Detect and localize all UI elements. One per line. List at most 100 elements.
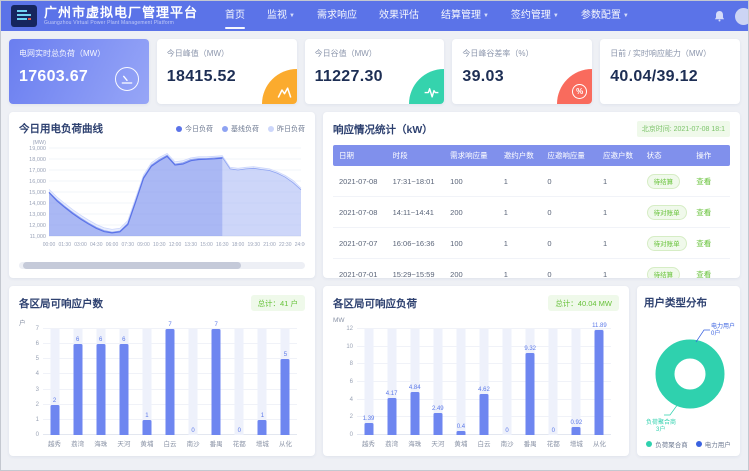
x-axis-label: 海珠 bbox=[88, 438, 114, 448]
x-axis-label: 番禺 bbox=[203, 438, 229, 448]
y-axis-tick: 0 bbox=[23, 432, 39, 438]
x-axis-label: 增城 bbox=[249, 438, 275, 448]
bar-value-label: 11.89 bbox=[586, 323, 612, 329]
kpi-label: 日前 / 实时响应能力（MW） bbox=[610, 48, 730, 59]
legend-item[interactable]: 电力用户 bbox=[696, 439, 731, 449]
y-axis-tick: 2 bbox=[23, 402, 39, 408]
svg-text:16,000: 16,000 bbox=[29, 179, 46, 185]
svg-text:19,000: 19,000 bbox=[29, 146, 46, 152]
chart-zoom-scrollbar[interactable] bbox=[19, 262, 305, 269]
bar-value-label: 0.92 bbox=[563, 420, 589, 426]
svg-text:15:00: 15:00 bbox=[200, 242, 213, 248]
svg-text:18:00: 18:00 bbox=[232, 242, 245, 248]
svg-text:电力用户: 电力用户 bbox=[711, 322, 735, 330]
legend-item[interactable]: 今日负荷 bbox=[176, 124, 213, 134]
cell-accepted_users: 1 bbox=[597, 197, 641, 228]
view-link[interactable]: 查看 bbox=[696, 239, 711, 248]
cell-accepted_amount: 0 bbox=[541, 197, 597, 228]
bar-value-label: 0 bbox=[180, 428, 206, 434]
cell-date: 2021-07-08 bbox=[333, 166, 387, 197]
nav-item-effect-evaluation[interactable]: 效果评估 bbox=[368, 1, 430, 31]
legend-item[interactable]: 昨日负荷 bbox=[268, 124, 305, 134]
bar-track bbox=[189, 329, 198, 435]
scrollbar-handle[interactable] bbox=[23, 262, 240, 269]
bar-增城 bbox=[258, 420, 267, 435]
x-axis-label: 花都 bbox=[540, 438, 566, 448]
chevron-down-icon: ▼ bbox=[623, 13, 629, 19]
svg-text:06:00: 06:00 bbox=[106, 242, 119, 248]
app-title: 广州市虚拟电厂管理平台 bbox=[44, 6, 198, 20]
bar-value-label: 0 bbox=[226, 428, 252, 434]
y-axis-tick: 1 bbox=[23, 417, 39, 423]
nav-item-parameters[interactable]: 参数配置▼ bbox=[570, 1, 640, 31]
status-badge: 待结算 bbox=[647, 174, 681, 189]
cell-demand: 200 bbox=[444, 259, 498, 279]
cell-period: 17:31~18:01 bbox=[387, 166, 445, 197]
legend-item[interactable]: 负荷聚合商 bbox=[646, 439, 688, 449]
view-link[interactable]: 查看 bbox=[696, 177, 711, 186]
user-type-donut-chart: 电力用户0户负荷聚合商3户 bbox=[644, 312, 733, 437]
y-axis-tick: 5 bbox=[23, 356, 39, 362]
user-type-title: 用户类型分布 bbox=[644, 295, 733, 310]
svg-text:10:30: 10:30 bbox=[153, 242, 166, 248]
bar-越秀 bbox=[364, 423, 373, 435]
nav-item-home[interactable]: 首页 bbox=[214, 1, 256, 31]
user-avatar[interactable] bbox=[735, 8, 749, 25]
bar-番禺 bbox=[212, 329, 221, 435]
app-subtitle: Guangzhou Virtual Power Plant Management… bbox=[44, 20, 198, 26]
bar-track bbox=[235, 329, 244, 435]
bar-value-label: 6 bbox=[88, 337, 114, 343]
nav-item-settlement[interactable]: 结算管理▼ bbox=[430, 1, 500, 31]
svg-text:12,000: 12,000 bbox=[29, 223, 46, 229]
column-header: 操作 bbox=[690, 145, 730, 166]
cell-period: 15:29~15:59 bbox=[387, 259, 445, 279]
households-bar-chart: 户 012345672越秀6荔湾6海珠6天河1黄埔7白云0南沙7番禺0花都1增城… bbox=[19, 315, 305, 451]
bar-海珠 bbox=[410, 392, 419, 435]
cell-accepted_users: 1 bbox=[597, 259, 641, 279]
cell-demand: 100 bbox=[444, 228, 498, 259]
bottom-row: 各区局可响应户数 总计：41 户 户 012345672越秀6荔湾6海珠6天河1… bbox=[9, 286, 740, 456]
legend-dot-icon bbox=[222, 126, 228, 132]
cell-period: 16:06~16:36 bbox=[387, 228, 445, 259]
cell-accepted_amount: 0 bbox=[541, 166, 597, 197]
x-axis-label: 越秀 bbox=[356, 438, 382, 448]
view-link[interactable]: 查看 bbox=[696, 270, 711, 279]
y-axis-tick: 3 bbox=[23, 387, 39, 393]
cell-invited: 1 bbox=[498, 197, 542, 228]
svg-text:13:30: 13:30 bbox=[184, 242, 197, 248]
x-axis-label: 番禺 bbox=[517, 438, 543, 448]
bar-value-label: 7 bbox=[157, 322, 183, 328]
legend-item[interactable]: 基线负荷 bbox=[222, 124, 259, 134]
bar-天河 bbox=[119, 344, 128, 435]
bar-白云 bbox=[480, 394, 489, 435]
cell-invited: 1 bbox=[498, 228, 542, 259]
bar-value-label: 1 bbox=[134, 413, 160, 419]
bell-icon[interactable] bbox=[714, 10, 725, 22]
bar-value-label: 9.32 bbox=[517, 346, 543, 352]
nav-item-demand-response[interactable]: 需求响应 bbox=[306, 1, 368, 31]
y-axis-tick: 8 bbox=[337, 361, 353, 367]
y-axis-tick: 4 bbox=[23, 371, 39, 377]
cell-date: 2021-07-08 bbox=[333, 197, 387, 228]
x-axis-label: 荔湾 bbox=[65, 438, 91, 448]
cell-date: 2021-07-07 bbox=[333, 228, 387, 259]
x-axis-label: 越秀 bbox=[42, 438, 68, 448]
svg-text:11,000: 11,000 bbox=[30, 234, 46, 240]
svg-text:09:00: 09:00 bbox=[137, 242, 150, 248]
x-axis-label: 黄埔 bbox=[134, 438, 160, 448]
app-window: 广州市虚拟电厂管理平台 Guangzhou Virtual Power Plan… bbox=[0, 0, 749, 471]
bar-value-label: 4.62 bbox=[471, 387, 497, 393]
column-header: 日期 bbox=[333, 145, 387, 166]
x-axis-label: 花都 bbox=[226, 438, 252, 448]
bar-value-label: 5 bbox=[272, 352, 298, 358]
view-link[interactable]: 查看 bbox=[696, 208, 711, 217]
cell-accepted_amount: 0 bbox=[541, 228, 597, 259]
kpi-card-peak-valley-rate: 今日峰谷差率（%） 39.03 % bbox=[452, 39, 592, 104]
nav-item-monitor[interactable]: 监视▼ bbox=[256, 1, 306, 31]
bar-value-label: 1.39 bbox=[356, 416, 382, 422]
bar-value-label: 4.17 bbox=[379, 391, 405, 397]
nav-item-contract[interactable]: 签约管理▼ bbox=[500, 1, 570, 31]
bar-value-label: 7 bbox=[203, 322, 229, 328]
bar-value-label: 0 bbox=[540, 428, 566, 434]
load-capacity-bar-chart: MW 0246810121.39越秀4.17荔湾4.84海珠2.49天河0.4黄… bbox=[333, 315, 619, 451]
